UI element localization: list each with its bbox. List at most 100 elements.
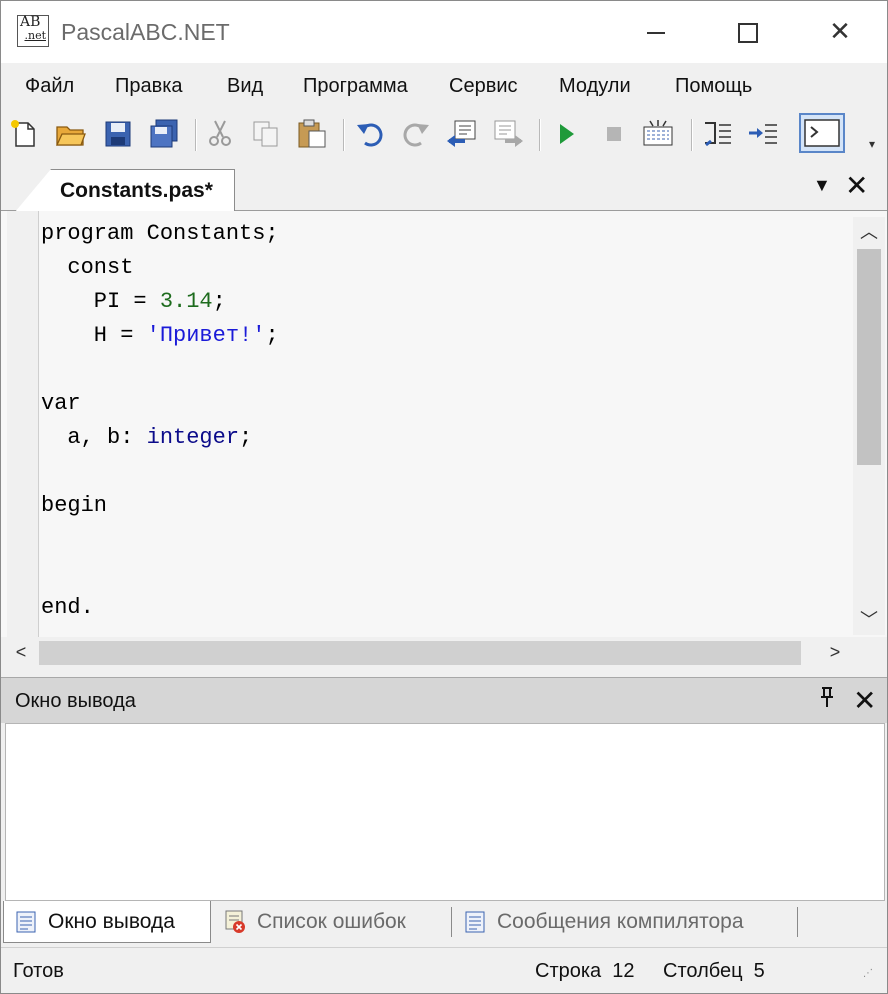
- code-token: 3.14: [159, 289, 213, 314]
- code-token: PI =: [41, 289, 160, 314]
- code-line[interactable]: begin: [41, 489, 851, 523]
- menu-program[interactable]: Программа: [303, 75, 408, 98]
- code-token: end.: [41, 595, 94, 620]
- step-over-icon: [749, 124, 777, 144]
- navigate-forward-icon: [494, 120, 523, 147]
- cut-button[interactable]: [203, 117, 237, 151]
- pin-icon[interactable]: [819, 686, 835, 714]
- tab-errors[interactable]: Список ошибок: [213, 901, 449, 943]
- copy-icon: [253, 121, 278, 147]
- tab-list-dropdown-icon[interactable]: ▼: [813, 175, 831, 196]
- scroll-right-icon[interactable]: >: [819, 637, 851, 667]
- step-into-button[interactable]: [701, 117, 735, 151]
- scroll-up-icon[interactable]: ︿: [853, 217, 885, 247]
- scroll-left-icon[interactable]: <: [5, 637, 37, 667]
- column-label: Столбец: [663, 960, 743, 982]
- menu-help[interactable]: Помощь: [675, 75, 752, 98]
- code-line[interactable]: end.: [41, 591, 851, 625]
- code-editor[interactable]: program Constants; const PI = 3.14; H = …: [1, 211, 887, 639]
- copy-button[interactable]: [249, 117, 283, 151]
- tab-separator: [451, 907, 452, 937]
- close-button[interactable]: ✕: [817, 11, 863, 51]
- code-line[interactable]: [41, 523, 851, 557]
- tab-separator: [797, 907, 798, 937]
- output-window-icon: [804, 119, 840, 147]
- code-line[interactable]: var: [41, 387, 851, 421]
- app-logo-icon: AB .net: [17, 15, 49, 47]
- code-line[interactable]: a, b: integer;: [41, 421, 851, 455]
- menu-bar: Файл Правка Вид Программа Сервис Модули …: [1, 63, 887, 107]
- editor-gutter: [7, 211, 39, 639]
- menu-view[interactable]: Вид: [227, 75, 263, 98]
- compile-button[interactable]: [641, 117, 675, 151]
- tab-constants[interactable]: Constants.pas*: [15, 169, 235, 212]
- stop-icon: [607, 127, 621, 141]
- tab-compiler-label: Сообщения компилятора: [497, 910, 744, 933]
- output-text-area[interactable]: [5, 723, 885, 901]
- redo-icon: [403, 123, 429, 147]
- menu-file[interactable]: Файл: [25, 75, 74, 98]
- code-area[interactable]: program Constants; const PI = 3.14; H = …: [41, 217, 851, 625]
- code-token: 'Привет!': [146, 323, 266, 348]
- tab-output[interactable]: Окно вывода: [3, 901, 211, 943]
- output-panel-title: Окно вывода: [15, 690, 136, 712]
- code-line[interactable]: program Constants;: [41, 217, 851, 251]
- cursor-column: Столбец 5: [663, 960, 765, 983]
- new-file-button[interactable]: [7, 117, 41, 151]
- scroll-down-icon[interactable]: ﹀: [853, 605, 885, 635]
- redo-button[interactable]: [399, 117, 433, 151]
- code-line[interactable]: H = 'Привет!';: [41, 319, 851, 353]
- editor-vertical-scrollbar[interactable]: ︿ ﹀: [853, 217, 885, 635]
- code-token: program Constants;: [41, 221, 279, 246]
- tab-errors-label: Список ошибок: [257, 910, 406, 933]
- undo-button[interactable]: [353, 117, 387, 151]
- save-button[interactable]: [101, 117, 135, 151]
- column-value: 5: [753, 960, 765, 982]
- code-token: ;: [239, 425, 253, 450]
- toolbar-separator: [691, 119, 693, 151]
- code-line[interactable]: const: [41, 251, 851, 285]
- close-icon: ✕: [829, 16, 851, 46]
- save-all-button[interactable]: [147, 117, 181, 151]
- save-all-icon: [150, 119, 178, 148]
- output-close-icon[interactable]: ✕: [853, 684, 876, 717]
- toolbar-overflow-icon[interactable]: ▾: [861, 137, 883, 159]
- code-token: begin: [41, 493, 108, 518]
- open-button[interactable]: [53, 117, 87, 151]
- navigate-back-button[interactable]: [445, 117, 479, 151]
- code-line[interactable]: [41, 557, 851, 591]
- minimize-button[interactable]: [633, 11, 679, 51]
- output-window-button[interactable]: [799, 113, 845, 153]
- stop-button[interactable]: [597, 117, 631, 151]
- toolbar: ▾: [1, 107, 887, 163]
- code-line[interactable]: [41, 353, 851, 387]
- app-window: AB .net PascalABC.NET ✕ Файл Правка Вид П…: [0, 0, 888, 994]
- status-text: Готов: [13, 960, 64, 982]
- navigate-forward-button[interactable]: [491, 117, 525, 151]
- paste-button[interactable]: [295, 117, 329, 151]
- tab-close-icon[interactable]: ✕: [845, 169, 868, 202]
- editor-horizontal-scrollbar[interactable]: < >: [1, 637, 887, 669]
- error-list-icon: [225, 910, 245, 933]
- tab-compiler-messages[interactable]: Сообщения компилятора: [453, 901, 797, 943]
- editor-tabstrip: Constants.pas* ▼ ✕: [1, 163, 887, 212]
- paste-icon: [298, 119, 326, 148]
- row-label: Строка: [535, 960, 602, 982]
- resize-grip-icon[interactable]: ⋰: [863, 968, 883, 988]
- step-over-button[interactable]: [747, 117, 781, 151]
- title-bar[interactable]: AB .net PascalABC.NET ✕: [1, 1, 887, 63]
- scrollbar-thumb[interactable]: [39, 641, 801, 665]
- toolbar-separator: [343, 119, 345, 151]
- maximize-button[interactable]: [725, 11, 771, 51]
- code-token: ;: [212, 289, 226, 314]
- menu-modules[interactable]: Модули: [559, 75, 631, 98]
- scrollbar-thumb[interactable]: [857, 249, 881, 465]
- run-button[interactable]: [549, 117, 583, 151]
- menu-service[interactable]: Сервис: [449, 75, 518, 98]
- maximize-icon: [738, 23, 758, 44]
- code-line[interactable]: [41, 455, 851, 489]
- step-into-icon: [705, 122, 731, 147]
- menu-edit[interactable]: Правка: [115, 75, 183, 98]
- new-file-icon: [11, 120, 35, 147]
- code-line[interactable]: PI = 3.14;: [41, 285, 851, 319]
